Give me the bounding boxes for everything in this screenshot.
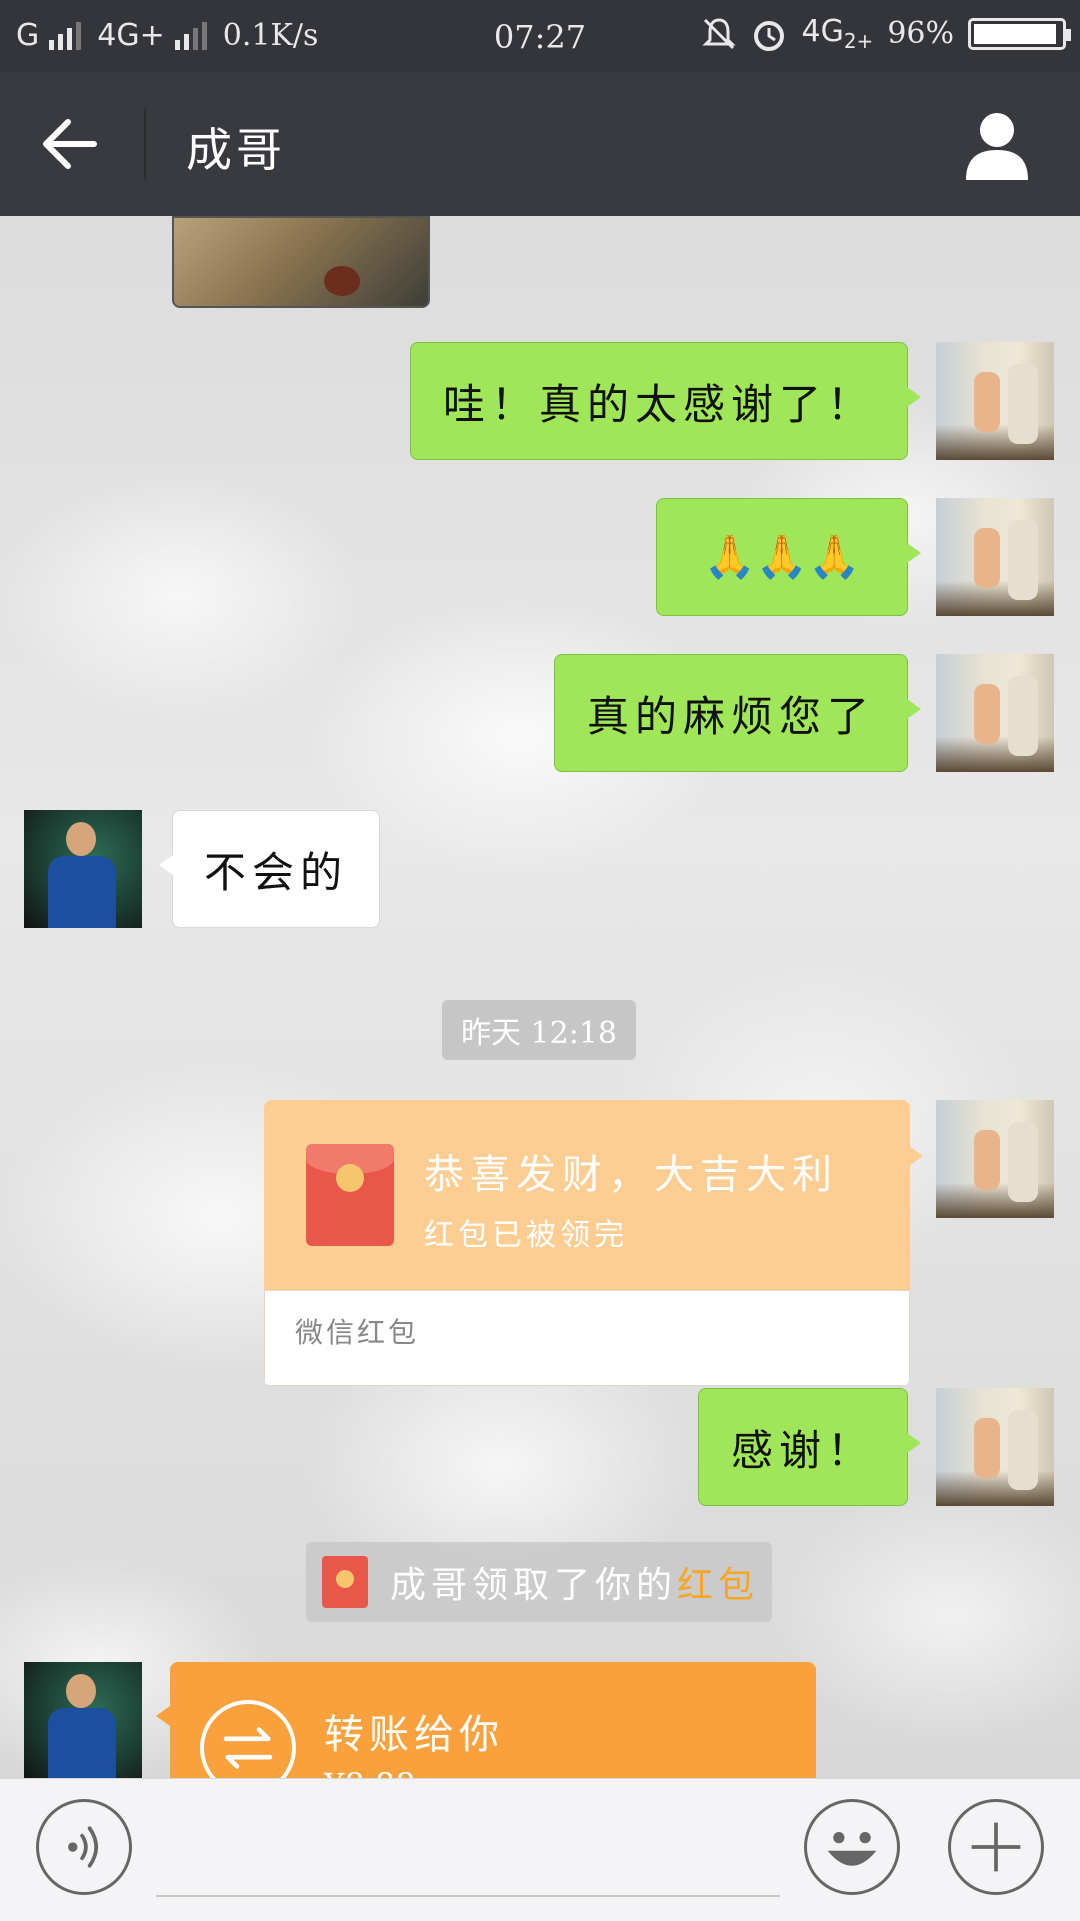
red-packet-tail xyxy=(909,1146,923,1166)
status-right: 4G2+ 96% xyxy=(701,14,1071,53)
my-avatar[interactable] xyxy=(936,654,1054,772)
battery-icon xyxy=(968,17,1071,50)
mute-bell-icon xyxy=(702,17,737,49)
message-bubble[interactable]: 感谢！ xyxy=(698,1388,921,1506)
red-packet-footer-label: 微信红包 xyxy=(295,1316,420,1349)
red-packet-title: 恭喜发财，大吉大利 xyxy=(424,1152,838,1198)
my-avatar[interactable] xyxy=(936,1100,1054,1218)
my-avatar[interactable] xyxy=(936,498,1054,616)
friend-avatar[interactable] xyxy=(24,1662,142,1778)
notice-link[interactable]: 红包 xyxy=(677,1556,759,1608)
transfer-card[interactable]: 转账给你 ¥8.88 xyxy=(156,1662,816,1778)
emoji-icon[interactable] xyxy=(804,1799,900,1895)
friend-avatar[interactable] xyxy=(24,810,142,928)
red-packet-status: 红包已被领完 xyxy=(424,1218,628,1253)
red-packet-footer: 微信红包 xyxy=(264,1290,910,1386)
image-message[interactable] xyxy=(172,216,430,308)
profile-icon[interactable] xyxy=(964,110,1030,180)
chat-title: 成哥 xyxy=(186,123,286,177)
input-bar xyxy=(0,1778,1080,1921)
battery-fill xyxy=(974,23,1057,44)
red-envelope-icon xyxy=(322,1556,368,1608)
message-bubble[interactable]: 不会的 xyxy=(159,810,380,928)
message-bubble[interactable]: 真的麻烦您了 xyxy=(554,654,921,772)
message-bubble[interactable]: 哇！真的太感谢了！ xyxy=(410,342,921,460)
status-bar: G 4G+ 0.1K/s 07:27 4G2+ 96% xyxy=(0,0,1080,72)
network-type: 4G2+ xyxy=(801,14,874,53)
message-input[interactable] xyxy=(156,1895,780,1897)
notice-text: 成哥领取了你的 xyxy=(390,1565,678,1606)
red-packet-body: 恭喜发财，大吉大利 红包已被领完 xyxy=(264,1100,910,1290)
red-packet-card[interactable]: 恭喜发财，大吉大利 红包已被领完 微信红包 xyxy=(264,1100,910,1386)
title-divider xyxy=(144,108,146,180)
transfer-title: 转账给你 xyxy=(324,1712,504,1758)
timestamp: 昨天 12:18 xyxy=(442,1000,636,1060)
alarm-icon xyxy=(754,20,785,51)
chat-area[interactable]: 哇！真的太感谢了！ 🙏🙏🙏 真的麻烦您了 不会的 昨天 12:18 恭喜发财，大… xyxy=(0,216,1080,1778)
my-avatar[interactable] xyxy=(936,342,1054,460)
voice-icon[interactable] xyxy=(36,1799,132,1895)
red-packet-received-notice[interactable]: 成哥领取了你的 红包 xyxy=(306,1542,772,1622)
my-avatar[interactable] xyxy=(936,1388,1054,1506)
message-bubble[interactable]: 🙏🙏🙏 xyxy=(656,498,921,616)
plus-icon[interactable] xyxy=(948,1799,1044,1895)
red-envelope-icon xyxy=(306,1144,394,1246)
title-bar: 成哥 xyxy=(0,72,1080,216)
transfer-amount: ¥8.88 xyxy=(324,1766,416,1778)
transfer-icon xyxy=(200,1700,296,1778)
battery-percent: 96% xyxy=(887,16,954,51)
back-arrow-icon[interactable] xyxy=(40,116,100,172)
